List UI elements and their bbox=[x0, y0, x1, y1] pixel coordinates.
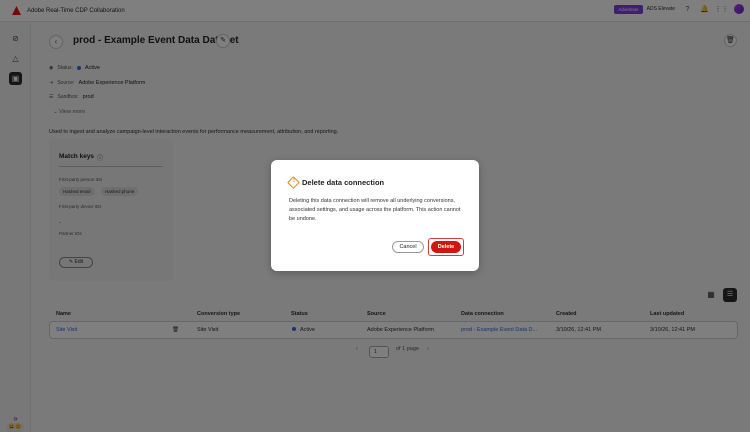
dialog-body: Deleting this data connection will remov… bbox=[289, 198, 461, 222]
warning-exclamation: ! bbox=[293, 177, 295, 184]
cancel-button[interactable]: Cancel bbox=[392, 241, 424, 253]
delete-button[interactable]: Delete bbox=[431, 241, 461, 253]
delete-connection-dialog: ! Delete data connection Deleting this d… bbox=[271, 160, 479, 271]
dialog-title: Delete data connection bbox=[302, 178, 385, 187]
